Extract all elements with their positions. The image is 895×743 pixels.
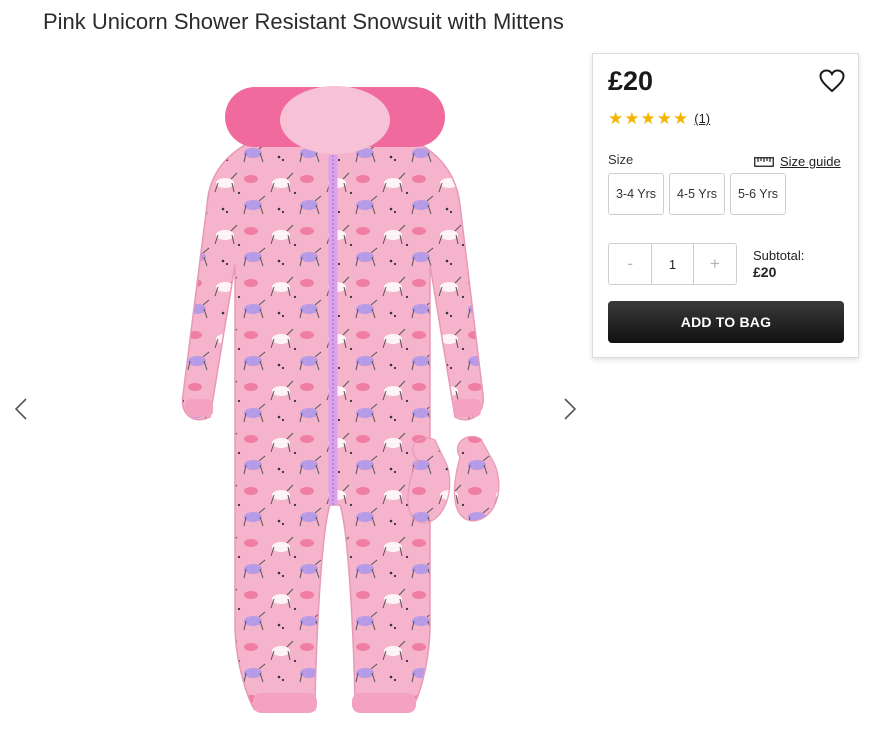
subtotal: Subtotal: £20 (753, 247, 804, 281)
product-image (181, 86, 500, 713)
review-count-link[interactable]: (1) (694, 111, 710, 126)
size-option-4-5[interactable]: 4-5 Yrs (669, 173, 725, 215)
subtotal-label: Subtotal: (753, 248, 805, 263)
star-icon: ★ (673, 109, 689, 128)
add-to-bag-button[interactable]: ADD TO BAG (608, 301, 844, 343)
quantity-decrease-button[interactable]: - (609, 244, 651, 284)
product-title: Pink Unicorn Shower Resistant Snowsuit w… (43, 9, 564, 34)
buy-box: £20 ★ ★ ★ ★ ★ (1) Size Size guide 3-4 Yr… (592, 53, 859, 358)
size-options: 3-4 Yrs 4-5 Yrs 5-6 Yrs (608, 173, 786, 215)
heart-icon (819, 69, 845, 93)
rating: ★ ★ ★ ★ ★ (1) (608, 110, 710, 127)
quantity-input[interactable]: 1 (651, 244, 694, 284)
star-icon: ★ (624, 109, 640, 128)
size-option-3-4[interactable]: 3-4 Yrs (608, 173, 664, 215)
rating-stars: ★ ★ ★ ★ ★ (608, 110, 688, 127)
chevron-right-icon (564, 398, 576, 420)
gallery-next-button[interactable] (559, 394, 581, 424)
star-icon: ★ (656, 109, 672, 128)
wishlist-button[interactable] (819, 69, 845, 93)
star-icon: ★ (640, 109, 656, 128)
size-label: Size (608, 152, 634, 167)
gallery-prev-button[interactable] (10, 394, 32, 424)
star-icon: ★ (608, 109, 624, 128)
size-guide-link[interactable]: Size guide (754, 154, 841, 169)
size-guide-label: Size guide (780, 154, 841, 169)
ruler-icon (754, 156, 774, 167)
product-gallery (0, 50, 590, 743)
chevron-left-icon (15, 398, 27, 420)
quantity-stepper: - 1 + (608, 243, 737, 285)
quantity-increase-button[interactable]: + (694, 244, 736, 284)
price: £20 (608, 66, 654, 96)
subtotal-value: £20 (753, 264, 777, 280)
size-option-5-6[interactable]: 5-6 Yrs (730, 173, 786, 215)
